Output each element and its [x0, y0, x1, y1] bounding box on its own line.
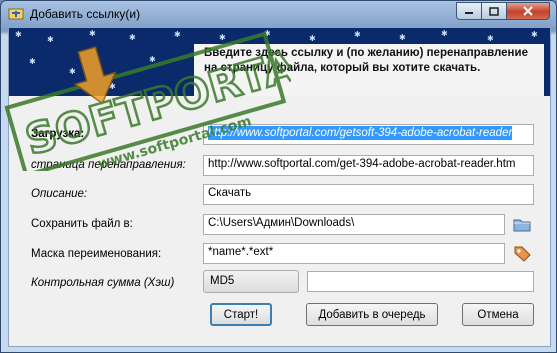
checksum-label: Контрольная сумма (Хэш) [31, 277, 175, 289]
start-button[interactable]: Старт! [210, 303, 272, 326]
window-title: Добавить ссылку(и) [30, 7, 141, 21]
close-icon [523, 6, 533, 16]
rename-mask-input[interactable]: *name*.*ext* [203, 243, 505, 264]
save-path-input[interactable]: C:\Users\Админ\Downloads\ [203, 214, 505, 235]
redirect-label: страница перенаправления: [31, 159, 186, 171]
rename-mask-label: Маска переименования: [31, 248, 162, 260]
cancel-button[interactable]: Отмена [462, 303, 534, 326]
checksum-type-button[interactable]: MD5 [203, 270, 299, 293]
dialog-content: ✱ ✱ ✱ ✱ ✱ ✱ ✱ ✱ ✱ ✱ ✱ ✱ ✱ ✱ ✱ ✱ ✱ Введит… [8, 27, 551, 347]
redirect-url-input[interactable]: http://www.softportal.com/get-394-adobe-… [203, 155, 534, 176]
app-icon [8, 8, 24, 20]
tag-icon[interactable] [512, 244, 532, 262]
download-label: Загрузка: [31, 128, 85, 140]
save-to-label: Сохранить файл в: [31, 218, 133, 230]
minimize-button[interactable] [456, 2, 482, 20]
header-banner: ✱ ✱ ✱ ✱ ✱ ✱ ✱ ✱ ✱ ✱ ✱ ✱ ✱ ✱ ✱ ✱ ✱ Введит… [9, 28, 550, 96]
download-url-input[interactable]: http://www.softportal.com/getsoft-394-ad… [203, 124, 534, 145]
title-bar[interactable]: Добавить ссылку(и) [1, 1, 556, 27]
maximize-button[interactable] [482, 2, 507, 20]
folder-icon[interactable] [512, 215, 532, 233]
download-url-value: http://www.softportal.com/getsoft-394-ad… [208, 126, 513, 140]
maximize-icon [489, 6, 499, 16]
checksum-input[interactable] [307, 271, 534, 292]
description-input[interactable]: Скачать [203, 184, 534, 205]
header-instructions: Введите здесь ссылку и (по желанию) пере… [204, 47, 528, 74]
minimize-icon [465, 12, 473, 14]
window-controls [456, 2, 550, 20]
add-to-queue-button[interactable]: Добавить в очередь [306, 303, 438, 326]
dialog-window: Добавить ссылку(и) ✱ ✱ ✱ ✱ ✱ ✱ ✱ ✱ ✱ ✱ ✱ [0, 0, 557, 353]
description-label: Описание: [31, 188, 88, 200]
close-button[interactable] [507, 2, 550, 20]
